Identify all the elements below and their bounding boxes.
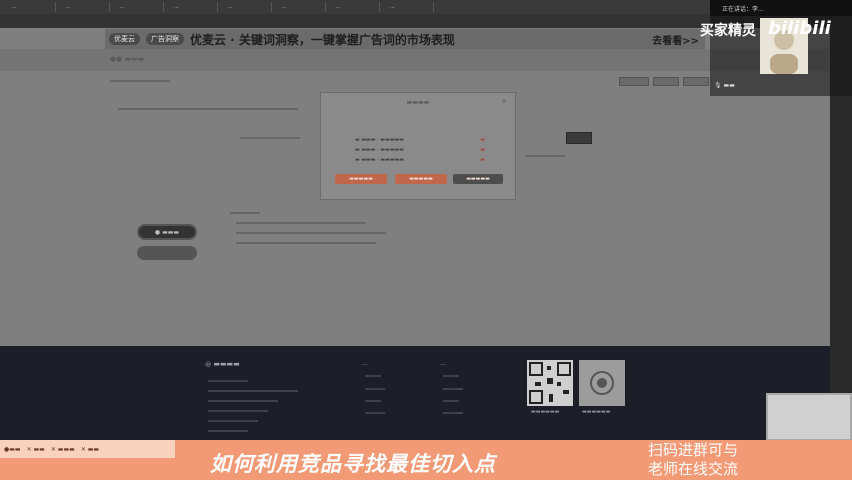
close-icon[interactable]: × (501, 97, 507, 105)
secondary-pill-button[interactable] (137, 246, 197, 260)
header-button[interactable] (653, 77, 679, 86)
qr-code-icon (527, 360, 573, 406)
browser-address-bar[interactable] (0, 14, 710, 28)
modal-row: ▬ ▬▬▬ · ▬▬▬▬▬ ▬ (355, 147, 485, 153)
footer-link[interactable] (208, 400, 278, 402)
promo-logo: ●▬▬ (4, 445, 21, 453)
text-line (236, 242, 376, 244)
modal-title: ▬▬▬▬ (406, 99, 430, 106)
modal-row: ▬ ▬▬▬ · ▬▬▬▬▬ ▬ (355, 157, 485, 163)
footer-link[interactable] (208, 410, 268, 412)
promo-logo: ✕ ▬▬▬ (50, 445, 75, 453)
promo-logo: ✕ ▬▬ (26, 445, 45, 453)
corner-overlay (766, 393, 852, 441)
qr-caption: ▬▬▬▬▬▬ (582, 409, 611, 415)
footer-link[interactable] (208, 420, 258, 422)
banner-pill-feature: 广告洞察 (146, 33, 184, 45)
modal-row: ▬ ▬▬▬ · ▬▬▬▬▬ ▬ (355, 137, 485, 143)
footer-link[interactable] (208, 430, 248, 432)
modal-option-button[interactable]: ▬▬▬▬▬ (335, 174, 387, 184)
browser-tab[interactable]: ... (276, 2, 326, 12)
screen: ... ... ... ... ... ... ... ... 优麦云 广告洞察… (0, 0, 852, 480)
modal-option-button[interactable]: ▬▬▬▬▬ (395, 174, 447, 184)
text-line (236, 232, 386, 234)
promo-right-text: 扫码进群可与 老师在线交流 (648, 441, 738, 479)
footer-link[interactable] (443, 388, 463, 390)
seal-icon (579, 360, 625, 406)
site-footer (0, 346, 830, 440)
header-button[interactable] (683, 77, 709, 86)
action-chip[interactable] (566, 132, 592, 144)
promo-title: 如何利用竞品寻找最佳切入点 (210, 452, 496, 476)
overlay-brand-label: 买家精灵 (700, 23, 756, 39)
promo-logo-strip: ●▬▬ ✕ ▬▬ ✕ ▬▬▬ ✕ ▬▬ (0, 440, 175, 458)
footer-col-title: ... (440, 360, 446, 367)
footer-link[interactable] (365, 400, 381, 402)
footer-col-title: ... (362, 360, 368, 367)
promo-right-line: 扫码进群可与 (648, 441, 739, 459)
browser-tab[interactable]: ... (60, 2, 110, 12)
text-line (118, 108, 298, 110)
footer-link[interactable] (443, 400, 459, 402)
browser-tab[interactable]: ... (168, 2, 218, 12)
footer-col-title: ... (205, 360, 211, 367)
footer-link[interactable] (443, 375, 459, 377)
footer-link[interactable] (365, 375, 381, 377)
primary-pill-button[interactable]: ● ▬▬▬ (137, 224, 197, 240)
qr-caption: ▬▬▬▬▬▬ (531, 409, 560, 415)
banner-headline: 优麦云 · 关键词洞察，一键掌握广告词的市场表现 (190, 32, 455, 47)
text-line (230, 212, 260, 214)
stream-speaking-bar: 正在讲话：李... (710, 0, 852, 16)
mic-icon: 🎙 ▬▬ (714, 82, 735, 89)
text-line (110, 80, 170, 82)
modal-option-button[interactable]: ▬▬▬▬▬ (453, 174, 503, 184)
browser-tab-strip: ... ... ... ... ... ... ... ... (0, 0, 710, 14)
footer-link[interactable] (208, 380, 248, 382)
browser-tab[interactable]: ... (114, 2, 164, 12)
banner-cta-link[interactable]: 去看看>> (652, 32, 699, 47)
browser-tab[interactable]: ... (6, 2, 56, 12)
text-line (240, 137, 300, 139)
footer-link[interactable] (365, 412, 385, 414)
browser-tab[interactable]: ... (330, 2, 380, 12)
modal-dialog: ▬▬▬▬ × ▬ ▬▬▬ · ▬▬▬▬▬ ▬ ▬ ▬▬▬ · ▬▬▬▬▬ ▬ ▬ ▬… (320, 92, 516, 200)
promo-banner[interactable]: 优麦云 广告洞察 优麦云 · 关键词洞察，一键掌握广告词的市场表现 去看看>> (105, 29, 705, 49)
header-button[interactable] (619, 77, 649, 86)
browser-tab[interactable]: ... (384, 2, 434, 12)
footer-link[interactable] (208, 390, 298, 392)
promo-logo: ✕ ▬▬ (80, 445, 100, 453)
footer-link[interactable] (365, 388, 385, 390)
bilibili-logo: bilibili (768, 18, 831, 39)
site-logo[interactable]: ●● ▬▬▬ (110, 55, 144, 63)
browser-tab[interactable]: ... (222, 2, 272, 12)
banner-pill-brand: 优麦云 (109, 33, 140, 45)
text-line (236, 222, 366, 224)
promo-right-line: 老师在线交流 (648, 460, 739, 478)
footer-link[interactable] (443, 412, 463, 414)
text-line (525, 155, 565, 157)
